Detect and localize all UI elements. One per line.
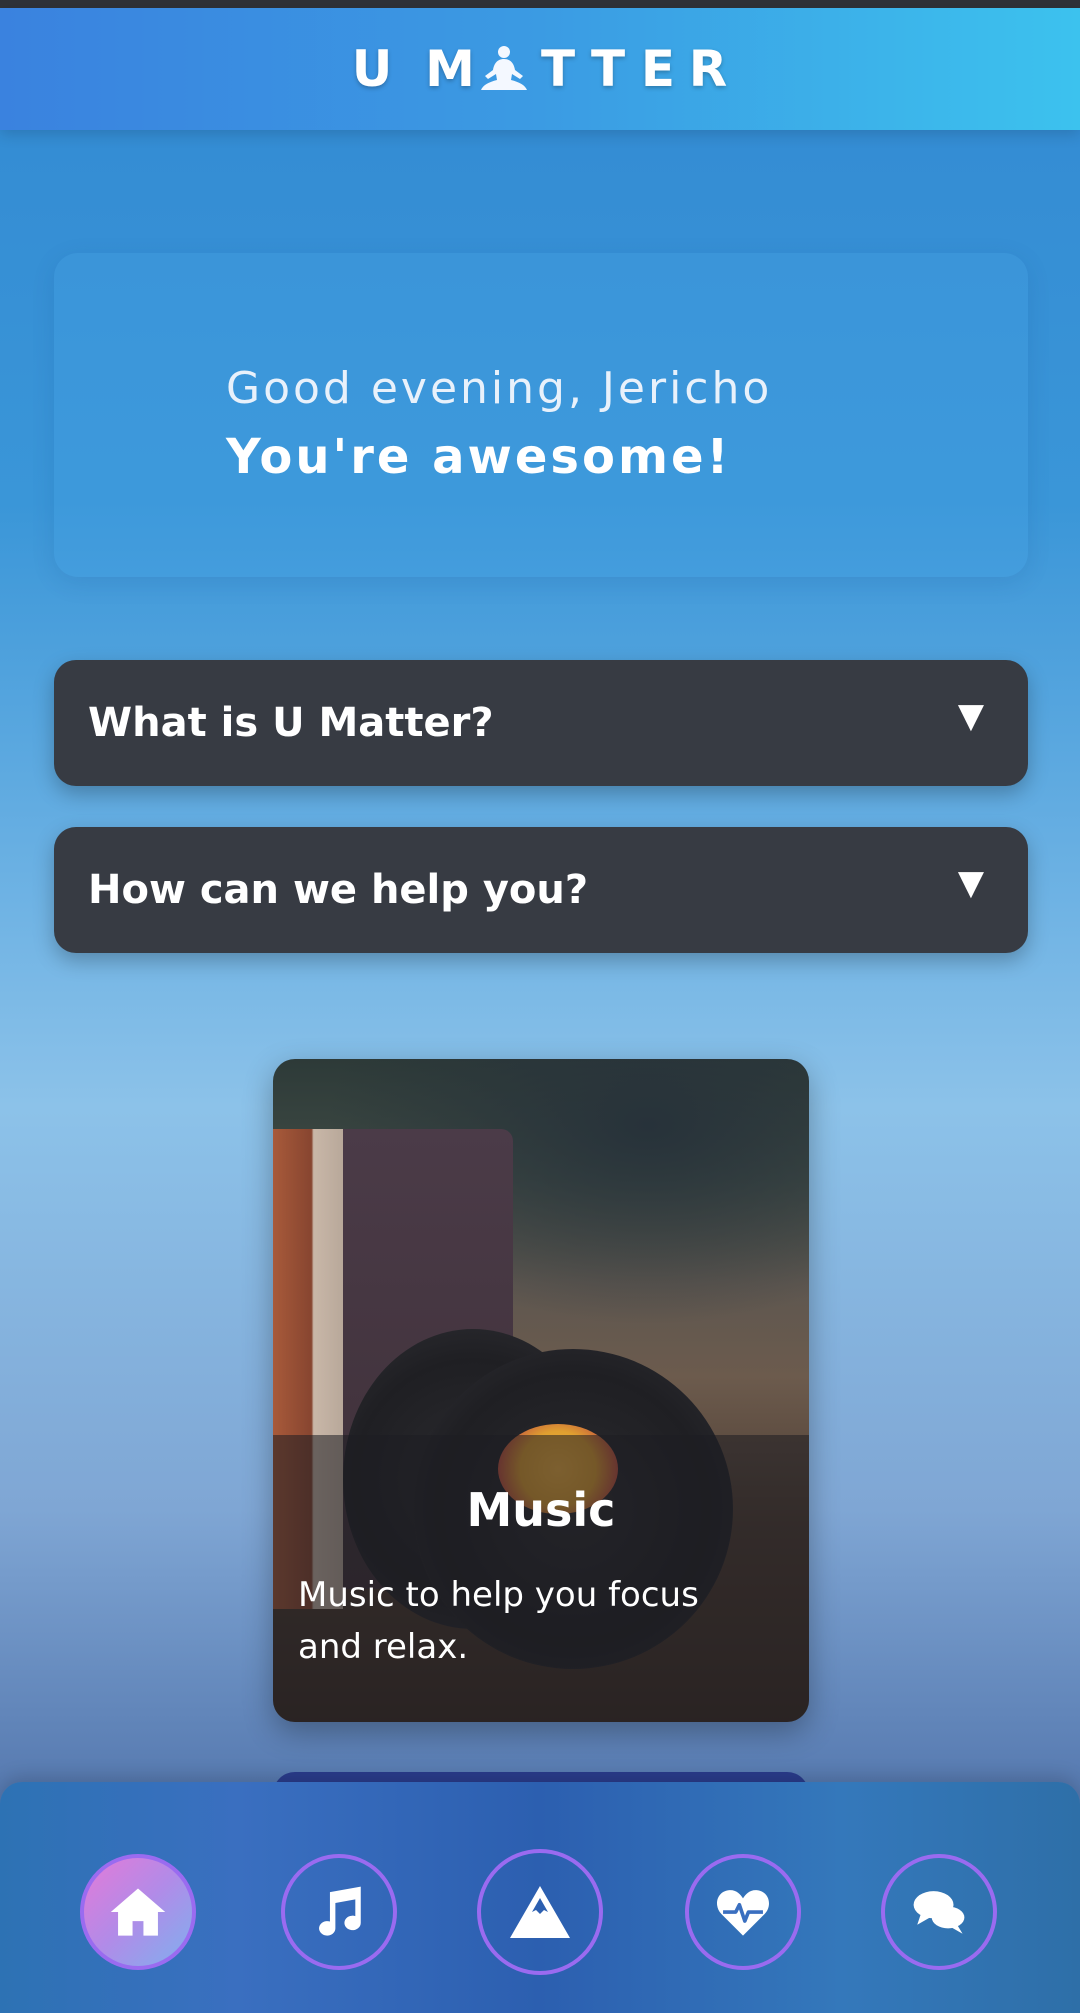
nav-meditation-button[interactable] [477, 1849, 603, 1975]
logo-letter: T [540, 40, 576, 98]
nav-home-button[interactable] [80, 1854, 196, 1970]
app-header: U M T T E R [0, 8, 1080, 130]
greeting-text: Good evening, Jericho [226, 363, 773, 414]
faq-what-is-u-matter[interactable]: What is U Matter? ▼ [54, 660, 1028, 786]
nav-chat-button[interactable] [881, 1854, 997, 1970]
logo-letter: U [351, 40, 393, 98]
logo-letter: E [640, 40, 676, 98]
card-description: Music to help you focus and relax. [298, 1575, 699, 1667]
music-note-icon [319, 1886, 361, 1936]
music-card[interactable]: Music Music to help you focus and relax. [273, 1059, 809, 1722]
caret-down-icon: ▼ [957, 863, 984, 903]
logo-letter: M [425, 40, 475, 98]
nav-health-button[interactable] [685, 1854, 801, 1970]
accordion-question: How can we help you? [88, 867, 589, 913]
nav-music-button[interactable] [281, 1854, 397, 1970]
logo-letter: T [590, 40, 626, 98]
status-strip [0, 0, 1080, 8]
accordion-question: What is U Matter? [88, 700, 494, 746]
card-title: Music [466, 1483, 616, 1537]
meditation-icon [475, 44, 533, 94]
app-logo: U M T T E R [347, 40, 733, 98]
home-icon [110, 1888, 166, 1936]
bottom-nav [0, 1782, 1080, 2013]
affirmation-text: You're awesome! [226, 429, 732, 485]
heartbeat-icon [717, 1890, 769, 1936]
greeting-card: Good evening, Jericho You're awesome! [54, 253, 1028, 577]
mountain-icon [510, 1886, 570, 1938]
logo-letter: R [688, 40, 728, 98]
faq-how-can-we-help[interactable]: How can we help you? ▼ [54, 827, 1028, 953]
chat-icon [913, 1891, 965, 1934]
caret-down-icon: ▼ [957, 696, 984, 736]
